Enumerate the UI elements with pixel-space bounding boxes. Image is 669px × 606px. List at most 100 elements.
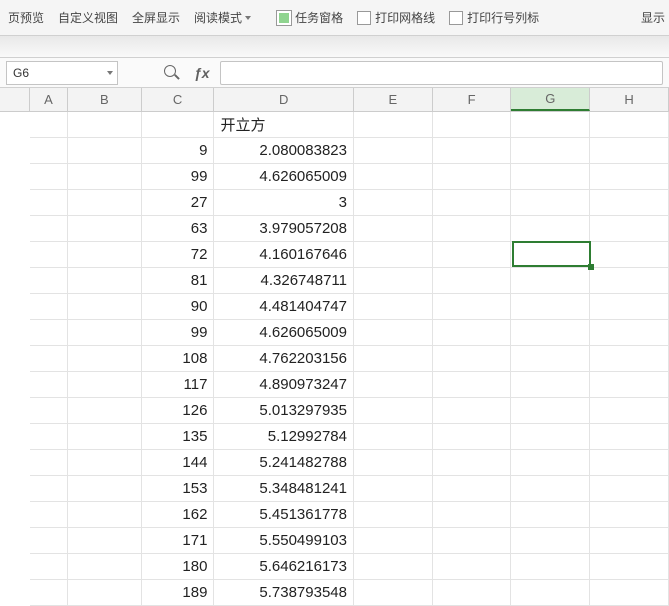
cell-H4[interactable] [590,190,669,216]
cell-A5[interactable] [30,216,68,242]
cell-G19[interactable] [511,580,590,606]
cell-B19[interactable] [68,580,142,606]
cell-C1[interactable] [142,112,215,138]
cell-D9[interactable]: 4.626065009 [214,320,354,346]
cell-A16[interactable] [30,502,68,528]
fill-handle[interactable] [588,264,594,270]
cell-G9[interactable] [511,320,590,346]
cell-C12[interactable]: 126 [142,398,215,424]
cell-H16[interactable] [590,502,669,528]
cell-H3[interactable] [590,164,669,190]
cell-H15[interactable] [590,476,669,502]
cell-C4[interactable]: 27 [142,190,215,216]
cell-H11[interactable] [590,372,669,398]
cell-C10[interactable]: 108 [142,346,215,372]
cell-E5[interactable] [354,216,433,242]
cell-C11[interactable]: 117 [142,372,215,398]
cell-C14[interactable]: 144 [142,450,215,476]
cell-E12[interactable] [354,398,433,424]
cell-G12[interactable] [511,398,590,424]
cell-C19[interactable]: 189 [142,580,215,606]
cell-H18[interactable] [590,554,669,580]
fullscreen-button[interactable]: 全屏显示 [126,4,186,32]
custom-view-button[interactable]: 自定义视图 [52,4,124,32]
cell-F14[interactable] [433,450,512,476]
col-header-b[interactable]: B [68,88,142,111]
cell-H9[interactable] [590,320,669,346]
page-preview-button[interactable]: 页预览 [2,4,50,32]
cell-E14[interactable] [354,450,433,476]
cell-C8[interactable]: 90 [142,294,215,320]
cell-B10[interactable] [68,346,142,372]
cell-F18[interactable] [433,554,512,580]
cell-C18[interactable]: 180 [142,554,215,580]
cell-G1[interactable] [511,112,590,138]
cell-D3[interactable]: 4.626065009 [214,164,354,190]
cell-C15[interactable]: 153 [142,476,215,502]
cell-D13[interactable]: 5.12992784 [214,424,354,450]
cell-E9[interactable] [354,320,433,346]
cell-B16[interactable] [68,502,142,528]
print-gridlines-checkbox[interactable]: 打印网格线 [351,9,441,26]
cell-D8[interactable]: 4.481404747 [214,294,354,320]
cell-B13[interactable] [68,424,142,450]
cell-D14[interactable]: 5.241482788 [214,450,354,476]
cell-D2[interactable]: 2.080083823 [214,138,354,164]
cell-G13[interactable] [511,424,590,450]
cell-F19[interactable] [433,580,512,606]
cell-H17[interactable] [590,528,669,554]
cell-F9[interactable] [433,320,512,346]
cell-G17[interactable] [511,528,590,554]
col-header-h[interactable]: H [590,88,669,111]
cell-D5[interactable]: 3.979057208 [214,216,354,242]
cell-H13[interactable] [590,424,669,450]
select-all-corner[interactable] [0,88,30,112]
col-header-d[interactable]: D [214,88,354,111]
cell-A17[interactable] [30,528,68,554]
cell-D16[interactable]: 5.451361778 [214,502,354,528]
cell-A12[interactable] [30,398,68,424]
cell-A11[interactable] [30,372,68,398]
cell-E17[interactable] [354,528,433,554]
cell-C7[interactable]: 81 [142,268,215,294]
cell-G3[interactable] [511,164,590,190]
cell-E11[interactable] [354,372,433,398]
cell-A1[interactable] [30,112,68,138]
cell-F8[interactable] [433,294,512,320]
cell-G16[interactable] [511,502,590,528]
cell-A13[interactable] [30,424,68,450]
cell-G10[interactable] [511,346,590,372]
cell-E8[interactable] [354,294,433,320]
cell-C17[interactable]: 171 [142,528,215,554]
cell-D18[interactable]: 5.646216173 [214,554,354,580]
col-header-f[interactable]: F [433,88,512,111]
cell-H1[interactable] [590,112,669,138]
cell-D15[interactable]: 5.348481241 [214,476,354,502]
cell-D19[interactable]: 5.738793548 [214,580,354,606]
taskpane-checkbox[interactable]: 任务窗格 [271,9,349,26]
cell-F17[interactable] [433,528,512,554]
cell-F6[interactable] [433,242,512,268]
cell-B4[interactable] [68,190,142,216]
cell-C3[interactable]: 99 [142,164,215,190]
cell-A15[interactable] [30,476,68,502]
cell-D12[interactable]: 5.013297935 [214,398,354,424]
cell-C13[interactable]: 135 [142,424,215,450]
cell-A7[interactable] [30,268,68,294]
cell-D6[interactable]: 4.160167646 [214,242,354,268]
cell-B11[interactable] [68,372,142,398]
cell-B12[interactable] [68,398,142,424]
cell-F5[interactable] [433,216,512,242]
cell-E15[interactable] [354,476,433,502]
cell-D10[interactable]: 4.762203156 [214,346,354,372]
cell-F13[interactable] [433,424,512,450]
col-header-c[interactable]: C [142,88,215,111]
cell-F16[interactable] [433,502,512,528]
cell-A10[interactable] [30,346,68,372]
cell-G15[interactable] [511,476,590,502]
cell-A14[interactable] [30,450,68,476]
col-header-a[interactable]: A [30,88,68,111]
cell-H12[interactable] [590,398,669,424]
cell-D11[interactable]: 4.890973247 [214,372,354,398]
col-header-g[interactable]: G [511,88,590,111]
